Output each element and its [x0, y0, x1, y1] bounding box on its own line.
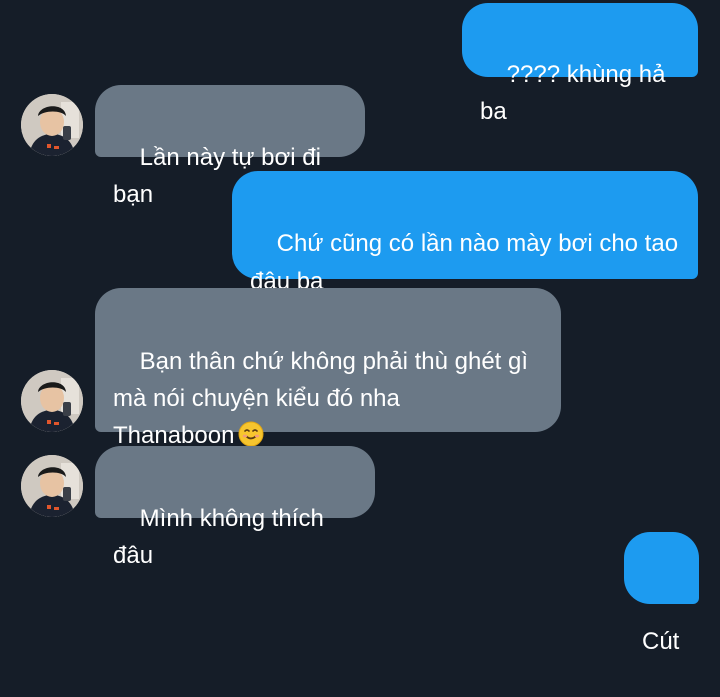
outgoing-message-bubble[interactable]: ???? khùng hả ba [462, 3, 698, 125]
user-avatar-photo [21, 455, 83, 517]
message-text: Chứ cũng có lần nào mày bơi cho tao đâu … [250, 230, 679, 295]
user-avatar-photo [21, 94, 83, 156]
avatar[interactable] [21, 94, 83, 156]
incoming-message-bubble[interactable]: Mình không thích đâu [95, 446, 375, 569]
outgoing-message-bubble[interactable]: Cút [624, 532, 699, 655]
incoming-message-bubble[interactable]: Lần này tự bơi đi bạn [95, 85, 365, 208]
message-text: Mình không thích đâu [113, 505, 331, 569]
incoming-message-bubble[interactable]: Bạn thân chứ không phải thù ghét gì mà n… [95, 288, 561, 449]
user-avatar-photo [21, 370, 83, 432]
avatar[interactable] [21, 370, 83, 432]
message-text: ???? khùng hả ba [480, 61, 673, 125]
outgoing-message-bubble[interactable]: Chứ cũng có lần nào mày bơi cho tao đâu … [232, 171, 698, 295]
smiling-face-icon [238, 421, 264, 447]
message-text: Cút [642, 628, 680, 655]
avatar[interactable] [21, 455, 83, 517]
message-text: Bạn thân chứ không phải thù ghét gì mà n… [113, 348, 529, 449]
